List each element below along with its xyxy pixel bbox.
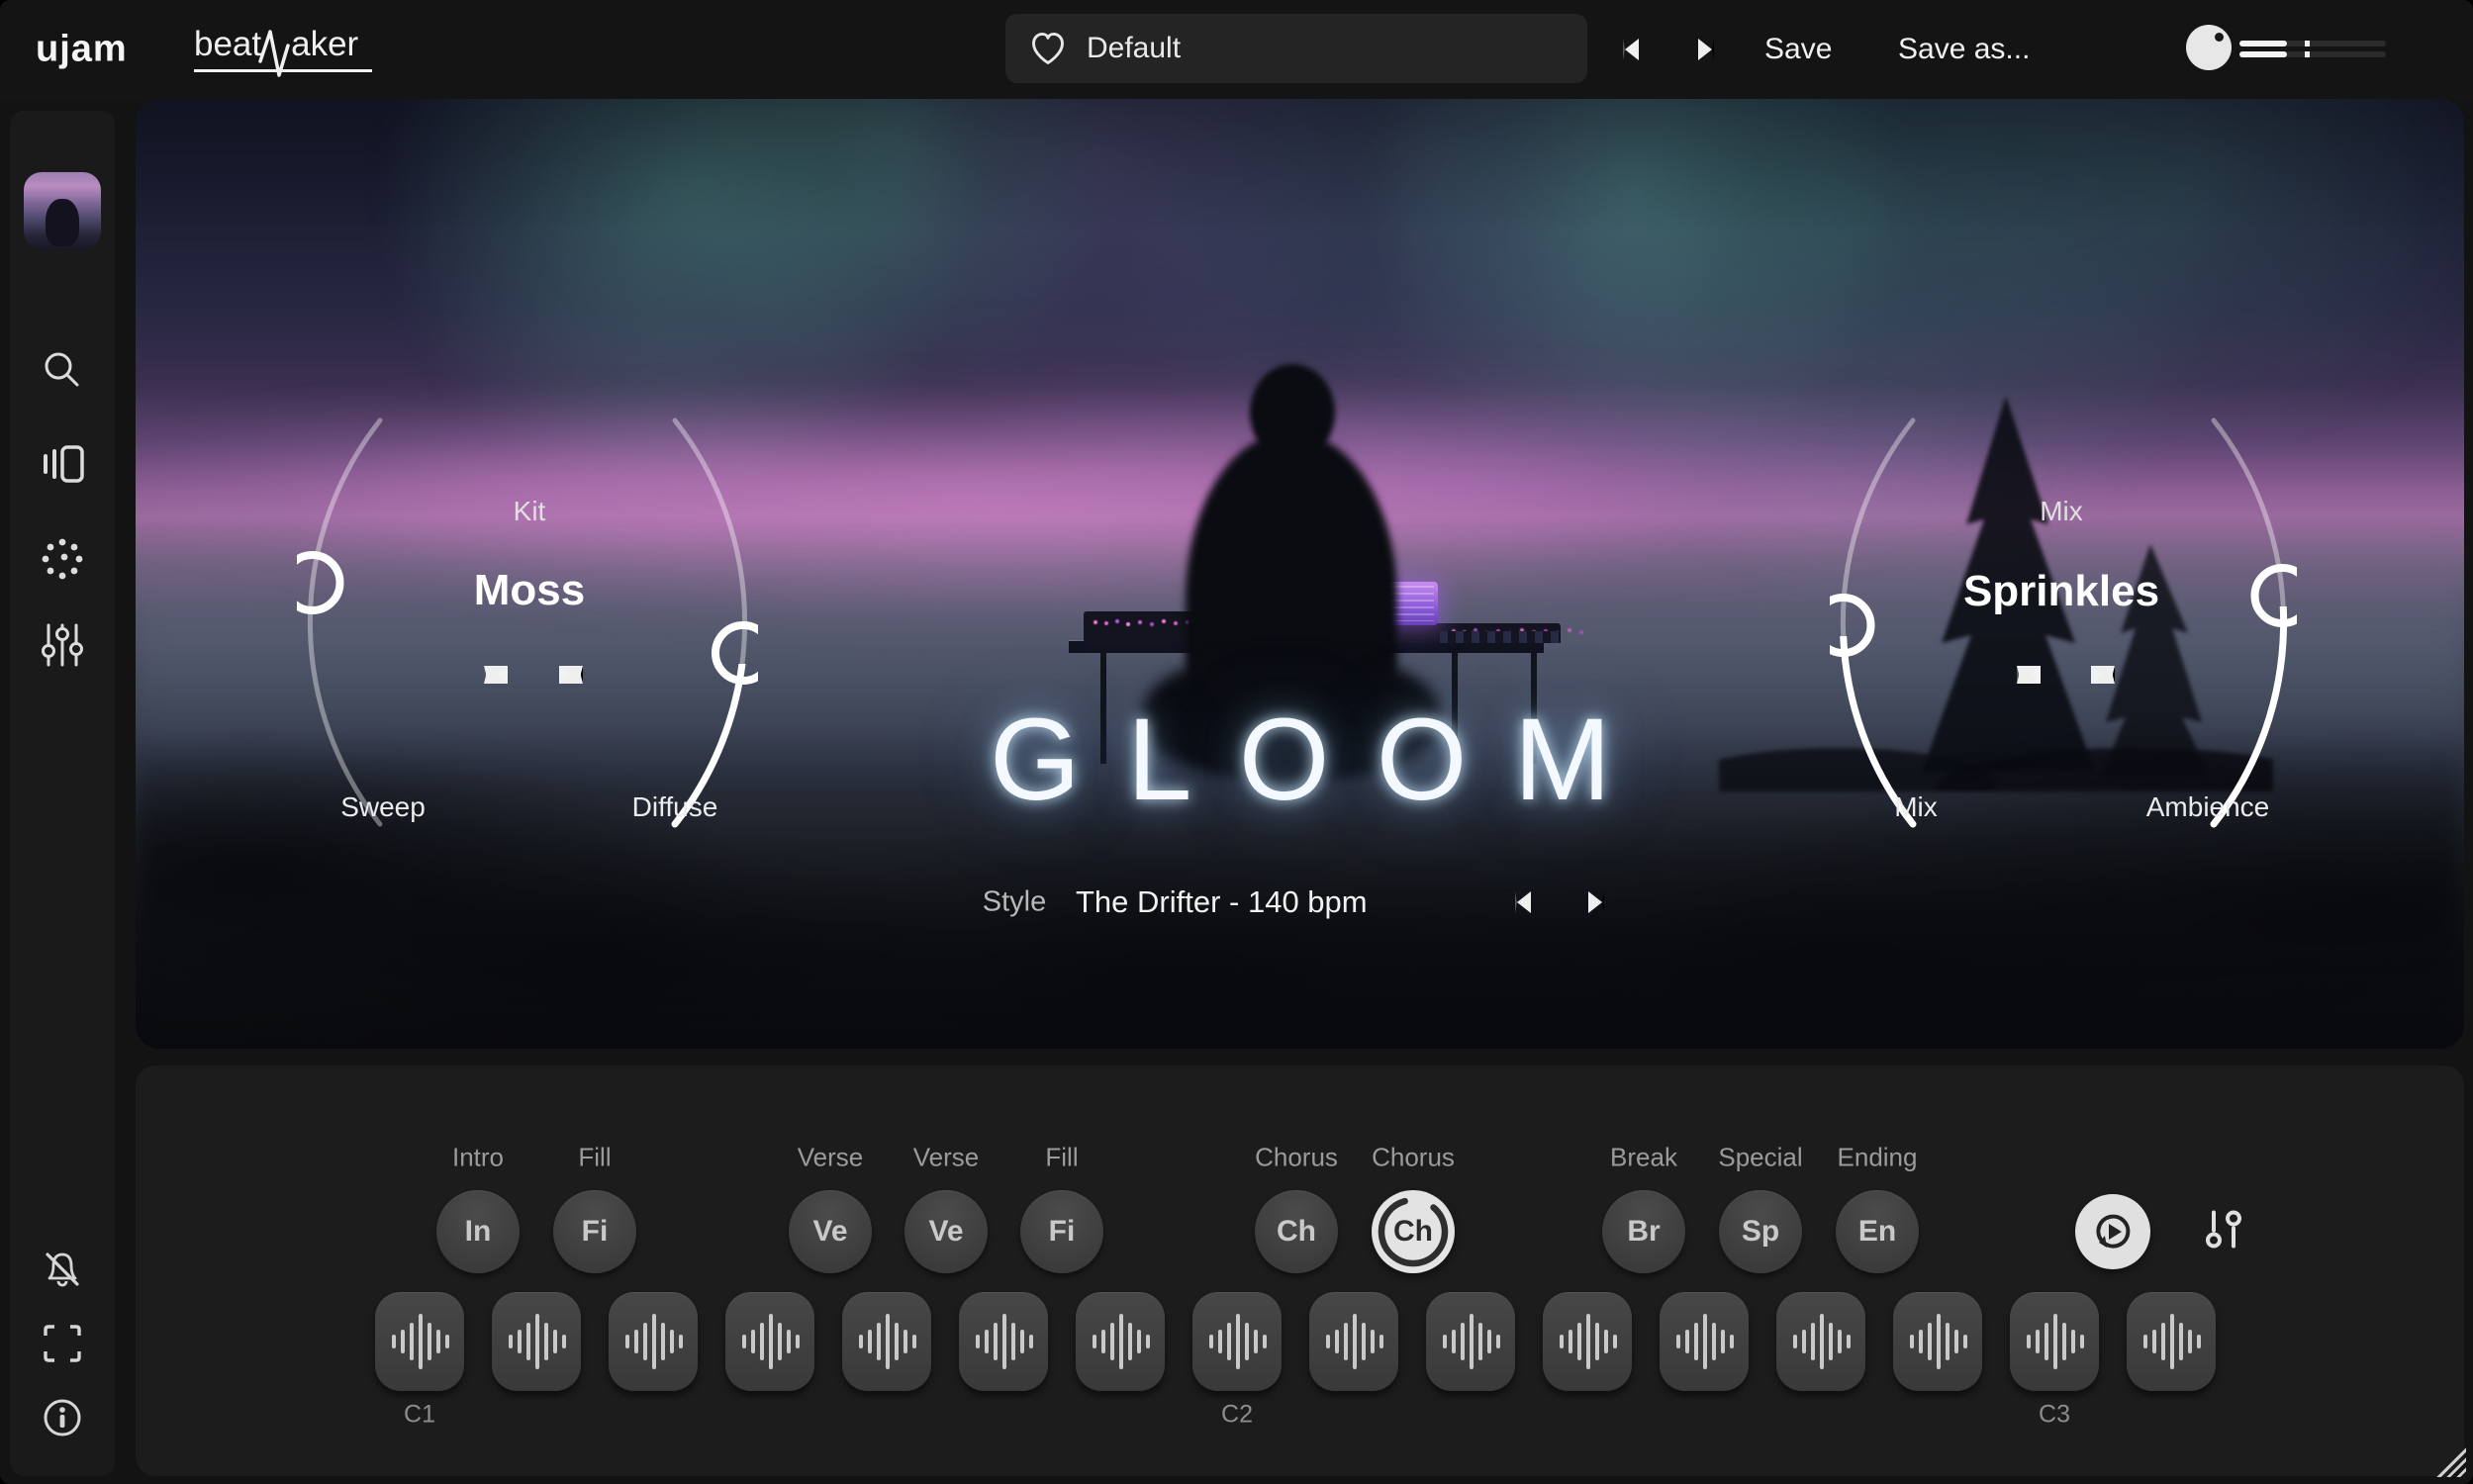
key-pad[interactable] <box>492 1292 581 1391</box>
pattern-settings-icon[interactable] <box>2204 1209 2243 1255</box>
pattern-button-verse-1[interactable]: Ve <box>789 1190 872 1273</box>
sweep-label: Sweep <box>340 791 426 823</box>
mix-value[interactable]: Sprinkles <box>1963 567 2159 616</box>
info-icon[interactable] <box>40 1395 85 1440</box>
pattern-section-label: Special <box>1718 1143 1802 1173</box>
diffuse-label: Diffuse <box>632 791 718 823</box>
beatmaker-logo-prefix: beat <box>194 22 261 67</box>
mix-prev-button[interactable] <box>2017 666 2041 684</box>
key-pad[interactable] <box>1893 1292 1982 1391</box>
pattern-section-label: Chorus <box>1372 1143 1455 1173</box>
key-pad[interactable] <box>1426 1292 1515 1391</box>
beatmaker-logo-underline <box>194 69 372 72</box>
octave-label-c1: C1 <box>404 1401 435 1430</box>
key-pad-c2[interactable] <box>1192 1292 1282 1391</box>
pattern-section-label: Break <box>1610 1143 1677 1173</box>
key-pad[interactable] <box>959 1292 1048 1391</box>
save-button[interactable]: Save <box>1764 33 1832 66</box>
fullscreen-icon[interactable] <box>42 1323 83 1364</box>
pattern-section-label: Ending <box>1838 1143 1918 1173</box>
replay-icon <box>2091 1210 2135 1253</box>
style-prev-button[interactable] <box>1515 891 1531 913</box>
ujam-logo: ujam <box>36 29 128 71</box>
pattern-button-intro[interactable]: In <box>436 1190 520 1273</box>
pattern-section-label: Chorus <box>1255 1143 1338 1173</box>
search-icon[interactable] <box>40 347 85 393</box>
pattern-section-label: Verse <box>913 1143 980 1173</box>
diffuse-arc-slider[interactable] <box>639 415 758 830</box>
ambience-arc-slider[interactable] <box>2178 415 2297 830</box>
kit-prev-button[interactable] <box>484 666 508 684</box>
beatmaker-logo-suffix: aker <box>291 22 358 67</box>
pattern-section-label: Verse <box>798 1143 864 1173</box>
pattern-button-break[interactable]: Br <box>1602 1190 1685 1273</box>
plugin-window: ujam beat aker Default Save Save as... <box>0 0 2473 1484</box>
pattern-button-chorus-1[interactable]: Ch <box>1255 1190 1338 1273</box>
kit-label: Kit <box>514 496 546 527</box>
pattern-section-label: Fill <box>578 1143 611 1173</box>
octave-label-c2: C2 <box>1221 1401 1253 1430</box>
notifications-off-icon[interactable] <box>40 1247 85 1292</box>
key-pad[interactable] <box>1076 1292 1165 1391</box>
particles-icon[interactable] <box>40 536 85 582</box>
sidebar <box>10 111 115 1476</box>
mix-macro-label: Mix <box>1894 791 1938 823</box>
key-pad[interactable] <box>1543 1292 1632 1391</box>
browser-icon[interactable] <box>39 441 86 487</box>
loop-button[interactable] <box>2075 1194 2150 1269</box>
pattern-section-label: Intro <box>452 1143 504 1173</box>
preset-prev-button[interactable] <box>1623 39 1639 60</box>
pattern-button-special[interactable]: Sp <box>1719 1190 1802 1273</box>
beatmaker-m-glyph <box>258 24 294 81</box>
volume-knob-indicator <box>2215 33 2224 42</box>
pattern-button-fill-1[interactable]: Fi <box>553 1190 636 1273</box>
meter-bar-left <box>2239 41 2386 46</box>
output-level-meter <box>2239 41 2386 57</box>
mix-label: Mix <box>2040 496 2083 527</box>
octave-label-c3: C3 <box>2039 1401 2070 1430</box>
key-pad[interactable] <box>1776 1292 1865 1391</box>
key-pad[interactable] <box>609 1292 698 1391</box>
instrument-title: GLOOM <box>943 693 1658 827</box>
sweep-arc-slider[interactable] <box>297 415 416 830</box>
kit-next-button[interactable] <box>559 666 583 684</box>
favorite-heart-icon[interactable] <box>1029 31 1067 66</box>
style-next-button[interactable] <box>1588 891 1604 913</box>
mix-next-button[interactable] <box>2091 666 2115 684</box>
preset-selector[interactable]: Default <box>1005 14 1587 83</box>
style-label: Style <box>983 886 1046 919</box>
key-pad[interactable] <box>1309 1292 1398 1391</box>
meter-bar-right <box>2239 51 2386 57</box>
key-pad[interactable] <box>2127 1292 2216 1391</box>
pattern-section-label: Fill <box>1045 1143 1078 1173</box>
save-as-button[interactable]: Save as... <box>1898 33 2030 66</box>
pattern-button-chorus-2-active[interactable]: Ch <box>1372 1190 1455 1273</box>
key-pad[interactable] <box>725 1292 814 1391</box>
kit-value[interactable]: Moss <box>474 566 585 615</box>
pattern-button-fill-2[interactable]: Fi <box>1020 1190 1103 1273</box>
preset-thumbnail[interactable] <box>24 172 101 249</box>
mix-arc-slider[interactable] <box>1830 415 1949 830</box>
key-pad-c3[interactable] <box>2010 1292 2099 1391</box>
pattern-panel: Intro Fill Verse Verse Fill Chorus Choru… <box>136 1066 2464 1476</box>
key-pad-c1[interactable] <box>375 1292 464 1391</box>
master-volume-knob[interactable] <box>2186 25 2232 70</box>
pattern-button-ending[interactable]: En <box>1836 1190 1919 1273</box>
top-bar: ujam beat aker Default Save Save as... <box>0 0 2473 99</box>
key-pad[interactable] <box>842 1292 931 1391</box>
ambience-label: Ambience <box>2146 791 2270 823</box>
artwork-panel: GLOOM Kit Moss Mix Sprinkles <box>136 99 2464 1049</box>
pattern-button-verse-2[interactable]: Ve <box>904 1190 988 1273</box>
key-pad[interactable] <box>1660 1292 1749 1391</box>
faders-icon[interactable] <box>40 621 85 669</box>
preset-next-button[interactable] <box>1698 39 1714 60</box>
style-value[interactable]: The Drifter - 140 bpm <box>1076 884 1368 920</box>
preset-name: Default <box>1087 32 1181 65</box>
